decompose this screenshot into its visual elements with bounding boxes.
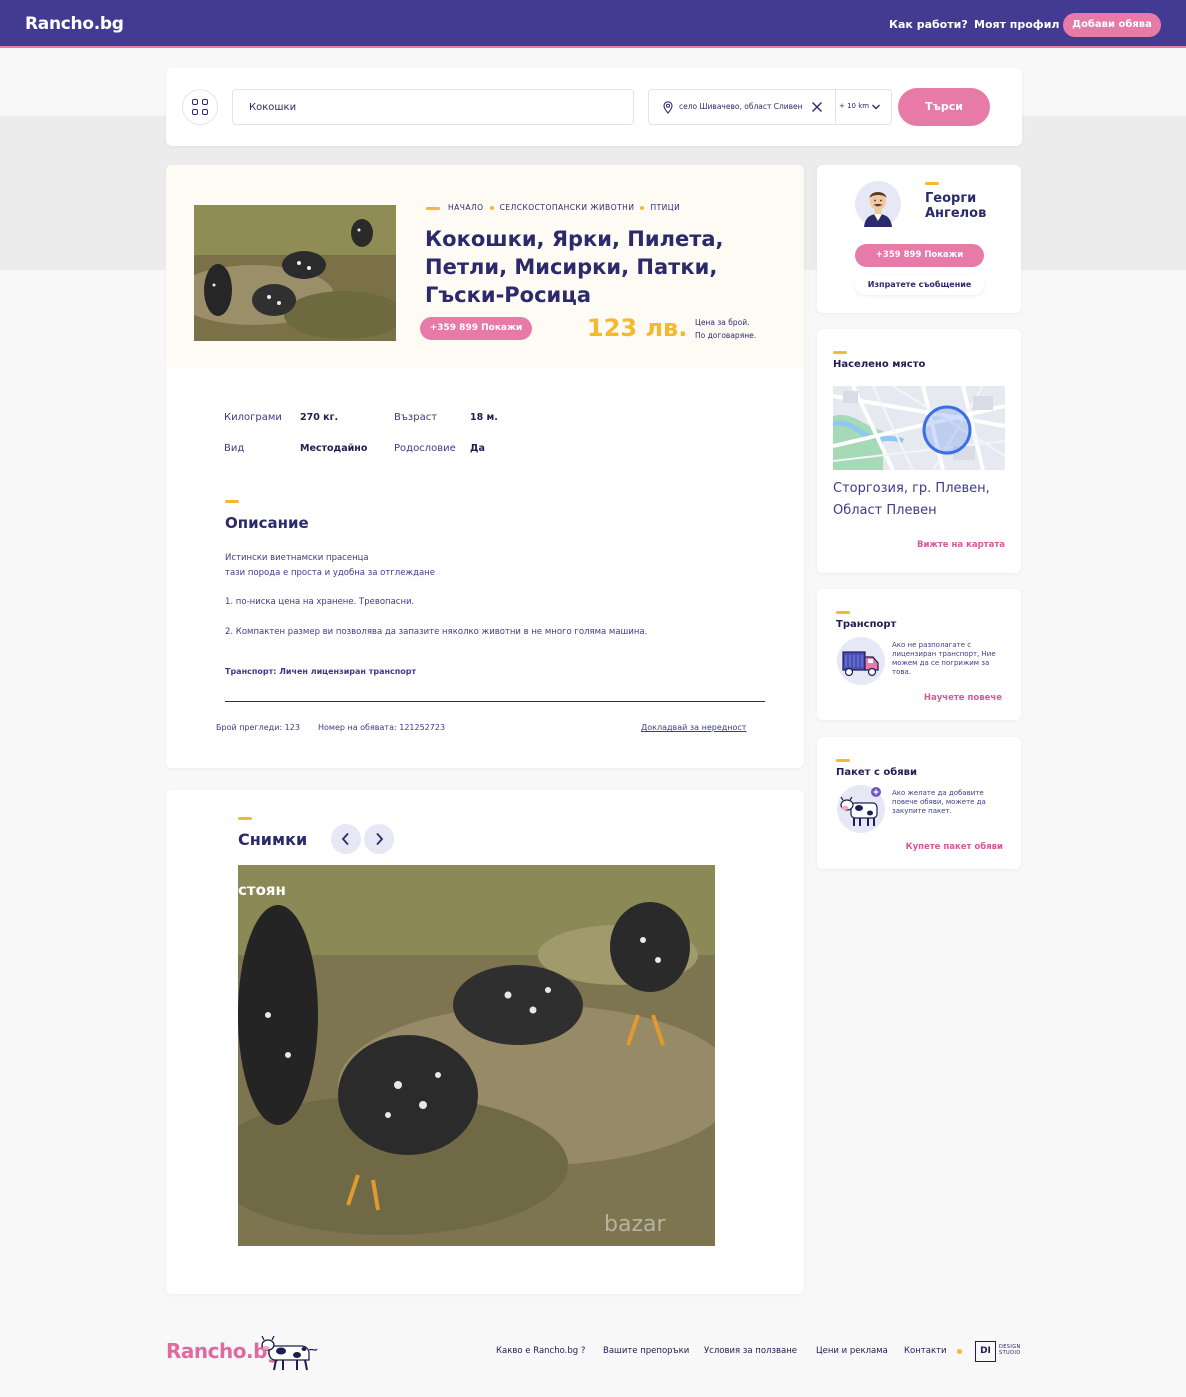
photos-title: Снимки: [238, 830, 308, 849]
accent-dash: [925, 182, 939, 185]
site-logo[interactable]: Rancho.bg: [25, 14, 124, 34]
location-heading: Населено място: [833, 359, 926, 370]
attr-value-age: 18 м.: [470, 412, 498, 423]
location-field[interactable]: село Шивачево, област Сливен + 10 km: [648, 89, 892, 125]
location-pin-icon: [663, 101, 673, 114]
listing-title: Кокошки, Ярки, Пилета, Петли, Мисирки, П…: [425, 227, 724, 307]
accent-dash: [836, 759, 850, 762]
footer-link-recommendations[interactable]: Вашите препоръки: [603, 1346, 689, 1356]
view-count: Брой прегледи: 123: [216, 723, 300, 732]
footer-link-terms[interactable]: Условия за ползване: [704, 1346, 797, 1356]
footer-link-contacts[interactable]: Контакти: [904, 1346, 947, 1356]
view-on-map-link[interactable]: Вижте на картата: [913, 540, 1005, 550]
price-note: Цена за брой. По договаряне.: [695, 316, 756, 342]
transport-heading: Транспорт: [836, 619, 897, 630]
breadcrumb-birds[interactable]: ПТИЦИ: [650, 203, 680, 212]
photos-card: Снимки стоян bazar: [166, 790, 804, 1294]
truck-icon: [837, 637, 885, 685]
transport-card: Транспорт Ако не разполагате с лицензира…: [817, 589, 1021, 720]
search-input[interactable]: [232, 89, 634, 125]
avatar: [855, 181, 901, 227]
next-photo-button[interactable]: [364, 824, 394, 854]
chevron-down-icon[interactable]: [871, 102, 881, 112]
location-map[interactable]: [833, 386, 1005, 470]
footer-link-pricing[interactable]: Цени и реклама: [816, 1346, 888, 1356]
transport-info: Транспорт: Личен лицензиран транспорт: [225, 667, 417, 676]
accent-dash: [238, 817, 252, 820]
photo-watermark: bazar: [604, 1212, 666, 1237]
attr-value-type: Местодайно: [300, 443, 368, 454]
price-note-unit: Цена за брой.: [695, 318, 750, 327]
studio-label-line: STUDIO: [999, 1350, 1021, 1356]
buy-package-link[interactable]: Купете пакет обяви: [903, 842, 1003, 852]
cow-icon: [837, 785, 885, 833]
description-line: 1. по-ниска цена на хранене. Тревопасни.: [225, 597, 415, 607]
chevron-left-icon: [341, 832, 349, 846]
search-button[interactable]: Търси: [898, 88, 990, 126]
seller-show-phone-button[interactable]: +359 899 Покажи: [855, 244, 984, 267]
chevron-right-icon: [376, 832, 384, 846]
accent-dash: [836, 611, 850, 614]
prev-photo-button[interactable]: [331, 824, 361, 854]
transport-text: Ако не разполагате с лицензиран транспор…: [892, 641, 996, 676]
search-bar: село Шивачево, област Сливен + 10 km Тър…: [166, 68, 1022, 146]
attr-label-type: Вид: [224, 443, 245, 454]
studio-label: DESIGN STUDIO: [999, 1344, 1021, 1356]
accent-dash: [833, 351, 847, 354]
price: 123 лв.: [587, 314, 688, 342]
seller-card: Георги Ангелов +359 899 Покажи Изпратете…: [817, 165, 1021, 313]
listing-hero: НАЧАЛО СЕЛСКОСТОПАНСКИ ЖИВОТНИ ПТИЦИ Кокош…: [166, 165, 804, 367]
footer-link-about[interactable]: Какво е Rancho.bg ?: [496, 1346, 585, 1356]
seller-name: Георги Ангелов: [925, 191, 987, 221]
location-card: Населено място Сторгозия, гр. Плевен, Об…: [817, 329, 1021, 573]
description-title: Описание: [225, 514, 309, 532]
photo-caption: стоян: [238, 881, 286, 899]
breadcrumb: НАЧАЛО СЕЛСКОСТОПАНСКИ ЖИВОТНИ ПТИЦИ: [426, 203, 680, 212]
attr-label-age: Възраст: [394, 412, 438, 423]
attr-label-weight: Килограми: [224, 412, 282, 423]
show-phone-button[interactable]: +359 899 Покажи: [420, 317, 532, 340]
listing-thumbnail[interactable]: [194, 205, 396, 341]
learn-more-link[interactable]: Научете повече: [913, 693, 1002, 703]
listing-number: Номер на обявата: 121252723: [318, 723, 446, 732]
send-message-button[interactable]: Изпратете съобщение: [855, 275, 984, 295]
design-studio-logo[interactable]: DI DESIGN STUDIO: [975, 1341, 1023, 1363]
location-text: Сторгозия, гр. Плевен, Област Плевен: [833, 481, 990, 518]
accent-dash: [225, 500, 239, 503]
top-navbar: Rancho.bg Как работи? Моят профил Добави…: [0, 0, 1186, 48]
listing-card: НАЧАЛО СЕЛСКОСТОПАНСКИ ЖИВОТНИ ПТИЦИ Кокош…: [166, 165, 804, 768]
divider: [835, 90, 836, 124]
nav-my-profile[interactable]: Моят профил: [974, 18, 1059, 31]
package-text: Ако желате да добавите повече обяви, мож…: [892, 789, 986, 815]
description-line: Истински виетнамски прасенца: [225, 553, 369, 563]
breadcrumb-home[interactable]: НАЧАЛО: [448, 203, 484, 212]
nav-how-it-works[interactable]: Как работи?: [889, 18, 968, 31]
categories-button[interactable]: [182, 89, 218, 125]
price-note-negotiable: По договаряне.: [695, 331, 757, 340]
breadcrumb-farm-animals[interactable]: СЕЛСКОСТОПАНСКИ ЖИВОТНИ: [500, 203, 635, 212]
radius-select[interactable]: + 10 km: [839, 102, 869, 110]
report-link[interactable]: Докладвай за нередност: [641, 723, 746, 732]
listing-photo[interactable]: стоян bazar: [238, 865, 715, 1246]
close-icon[interactable]: [811, 101, 823, 113]
studio-mark: DI: [975, 1341, 996, 1362]
cow-icon: [261, 1335, 318, 1371]
package-card: Пакет с обяви Ако желате да добавите пов…: [817, 737, 1021, 869]
attr-label-pedigree: Родословие: [394, 443, 456, 454]
package-heading: Пакет с обяви: [836, 767, 917, 778]
attr-value-pedigree: Да: [470, 443, 485, 454]
add-listing-button[interactable]: Добави обява: [1063, 13, 1161, 37]
description-line: 2. Компактен размер ви позволява да запа…: [225, 627, 648, 637]
attr-value-weight: 270 кг.: [300, 412, 339, 423]
divider: [225, 701, 765, 702]
description-line: тази порода е проста и удобна за отглежд…: [225, 568, 435, 578]
footer-dot: [957, 1349, 962, 1354]
location-value: село Шивачево, област Сливен: [679, 102, 803, 111]
